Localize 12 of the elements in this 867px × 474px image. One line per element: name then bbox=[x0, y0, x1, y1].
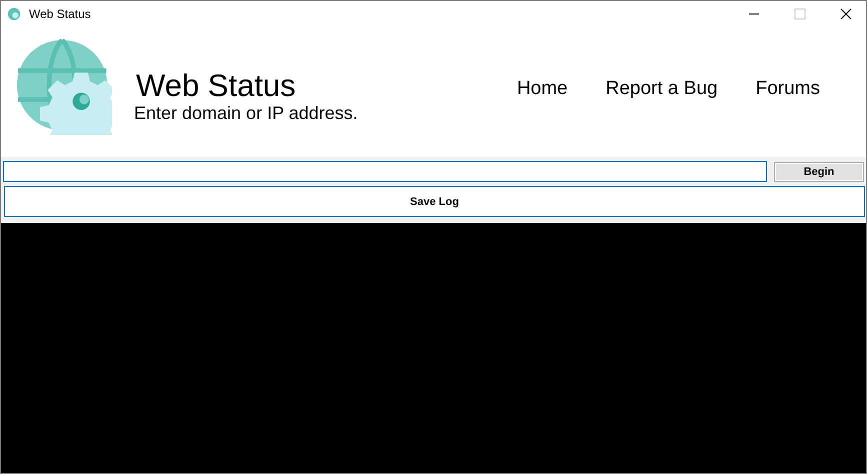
app-icon bbox=[7, 7, 21, 21]
save-log-button[interactable]: Save Log bbox=[4, 186, 865, 217]
globe-gear-icon bbox=[16, 39, 112, 135]
nav-link[interactable]: Home bbox=[516, 78, 568, 100]
domain-input-field[interactable] bbox=[3, 161, 767, 182]
instruction-text: Enter domain or IP address. bbox=[134, 103, 358, 123]
nav-link[interactable]: Forums bbox=[756, 78, 820, 100]
window-title: Web Status bbox=[29, 7, 91, 21]
close-icon[interactable] bbox=[840, 8, 852, 20]
app-title: Web Status bbox=[136, 69, 297, 103]
nav-link[interactable]: Report a Bug bbox=[606, 78, 718, 100]
begin-button[interactable]: Begin bbox=[774, 162, 864, 182]
